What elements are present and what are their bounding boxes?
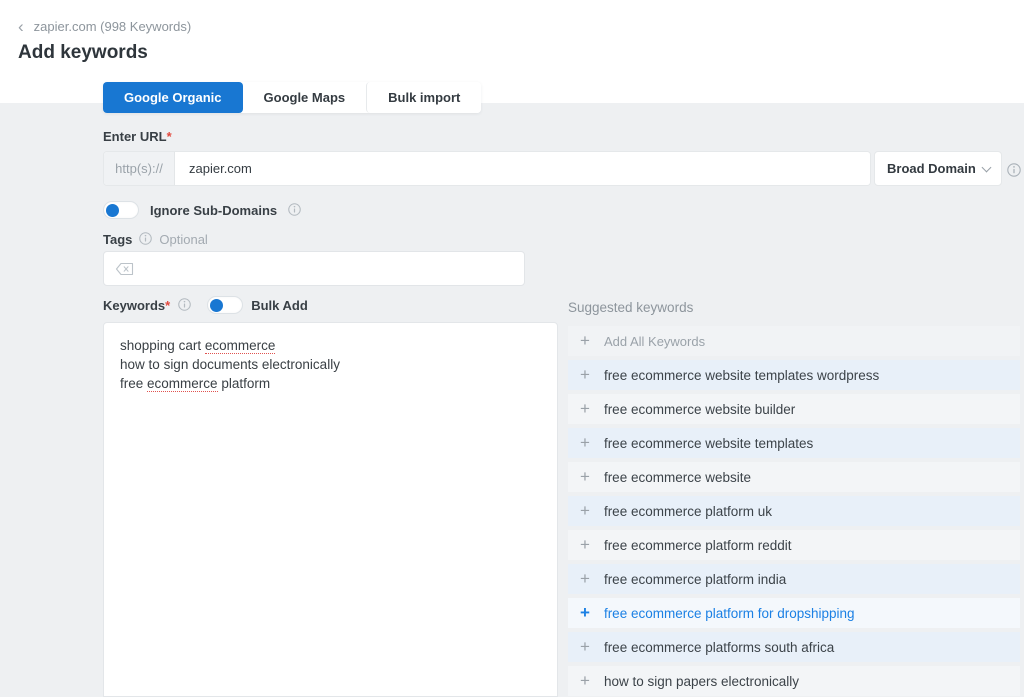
back-chevron-icon[interactable]: ‹ — [18, 18, 24, 35]
bulk-add-label: Bulk Add — [251, 297, 308, 313]
tags-label: Tags — [103, 231, 133, 247]
tags-label-row: Tags Optional — [103, 230, 208, 248]
suggested-keyword-label: how to sign papers electronically — [603, 673, 800, 689]
suggested-keyword-row[interactable]: + free ecommerce website templates wordpr… — [568, 360, 1020, 390]
suggested-keyword-row[interactable]: + free ecommerce website — [568, 462, 1020, 492]
tab-google-organic[interactable]: Google Organic — [103, 82, 243, 113]
info-icon[interactable] — [139, 230, 153, 248]
page-title: Add keywords — [18, 42, 148, 63]
suggested-keywords-panel: Suggested keywords + Add All Keywords + f… — [568, 300, 1020, 697]
suggested-keyword-row[interactable]: + free ecommerce platform reddit — [568, 530, 1020, 560]
plus-icon: + — [580, 330, 590, 350]
url-input[interactable] — [175, 152, 870, 185]
toggle-knob — [210, 298, 224, 312]
suggested-keyword-label: free ecommerce website — [603, 469, 751, 485]
content-area: Enter URL* http(s):// Broad Domain Ignor… — [0, 103, 1024, 697]
suggested-keyword-label: free ecommerce website templates wordpre… — [603, 367, 880, 383]
keywords-label: Keywords* — [103, 297, 171, 313]
required-mark: * — [166, 129, 172, 144]
suggested-keyword-label: free ecommerce platform reddit — [603, 537, 792, 553]
suggested-keyword-row[interactable]: + free ecommerce website builder — [568, 394, 1020, 424]
domain-type-select[interactable]: Broad Domain — [874, 151, 1002, 186]
suggested-keywords-title: Suggested keywords — [568, 300, 694, 315]
plus-icon: + — [580, 500, 590, 520]
url-input-group: http(s):// — [103, 151, 871, 186]
tags-optional-label: Optional — [159, 231, 208, 247]
tags-input[interactable] — [103, 251, 525, 286]
toggle-knob — [106, 203, 119, 217]
keywords-textarea[interactable]: shopping cart ecommerce how to sign docum… — [103, 322, 558, 697]
plus-icon: + — [580, 364, 590, 384]
tab-bar: Google Organic Google Maps Bulk import — [103, 82, 482, 113]
tab-bulk-import[interactable]: Bulk import — [366, 82, 482, 113]
suggested-keyword-row[interactable]: + free ecommerce website templates — [568, 428, 1020, 458]
suggested-keyword-label: free ecommerce website templates — [603, 435, 814, 451]
keywords-label-row: Keywords* Bulk Add — [103, 296, 308, 314]
plus-icon: + — [580, 602, 590, 622]
suggested-keyword-label: free ecommerce platform india — [603, 571, 787, 587]
tag-clear-icon — [115, 262, 134, 275]
suggested-keyword-label: free ecommerce website builder — [603, 401, 796, 417]
plus-icon: + — [580, 568, 590, 588]
ignore-subdomains-toggle[interactable] — [103, 201, 139, 219]
required-mark: * — [165, 297, 171, 313]
enter-url-label: Enter URL* — [103, 129, 172, 144]
plus-icon: + — [580, 670, 590, 690]
plus-icon: + — [580, 534, 590, 554]
ignore-subdomains-label: Ignore Sub-Domains — [150, 202, 278, 218]
plus-icon: + — [580, 432, 590, 452]
plus-icon: + — [580, 466, 590, 486]
suggested-keyword-row[interactable]: + how to sign papers electronically — [568, 666, 1020, 696]
info-icon[interactable] — [178, 296, 191, 314]
suggested-keyword-row[interactable]: + free ecommerce platform uk — [568, 496, 1020, 526]
suggested-keyword-label: free ecommerce platforms south africa — [603, 639, 835, 655]
url-protocol-prefix: http(s):// — [104, 152, 175, 185]
breadcrumb-label: zapier.com (998 Keywords) — [33, 19, 192, 34]
info-icon[interactable] — [1007, 161, 1021, 179]
bulk-add-toggle[interactable] — [207, 296, 244, 314]
add-all-keywords-button[interactable]: + Add All Keywords — [568, 326, 1020, 356]
plus-icon: + — [580, 398, 590, 418]
suggested-keyword-row[interactable]: + free ecommerce platforms south africa — [568, 632, 1020, 662]
ignore-subdomains-row: Ignore Sub-Domains — [103, 201, 301, 219]
breadcrumb[interactable]: ‹ zapier.com (998 Keywords) — [18, 18, 192, 35]
info-icon[interactable] — [288, 201, 301, 219]
suggested-keyword-row[interactable]: + free ecommerce platform for dropshippin… — [568, 598, 1020, 628]
add-all-keywords-label: Add All Keywords — [603, 333, 706, 349]
domain-type-value: Broad Domain — [887, 161, 976, 176]
suggested-keyword-label: free ecommerce platform for dropshipping — [603, 605, 855, 621]
plus-icon: + — [580, 636, 590, 656]
tab-google-maps[interactable]: Google Maps — [242, 82, 367, 113]
suggested-keyword-row[interactable]: + free ecommerce platform india — [568, 564, 1020, 594]
chevron-down-icon — [981, 162, 992, 172]
suggested-keyword-label: free ecommerce platform uk — [603, 503, 772, 519]
suggested-list: + free ecommerce website templates wordpr… — [568, 360, 1020, 697]
